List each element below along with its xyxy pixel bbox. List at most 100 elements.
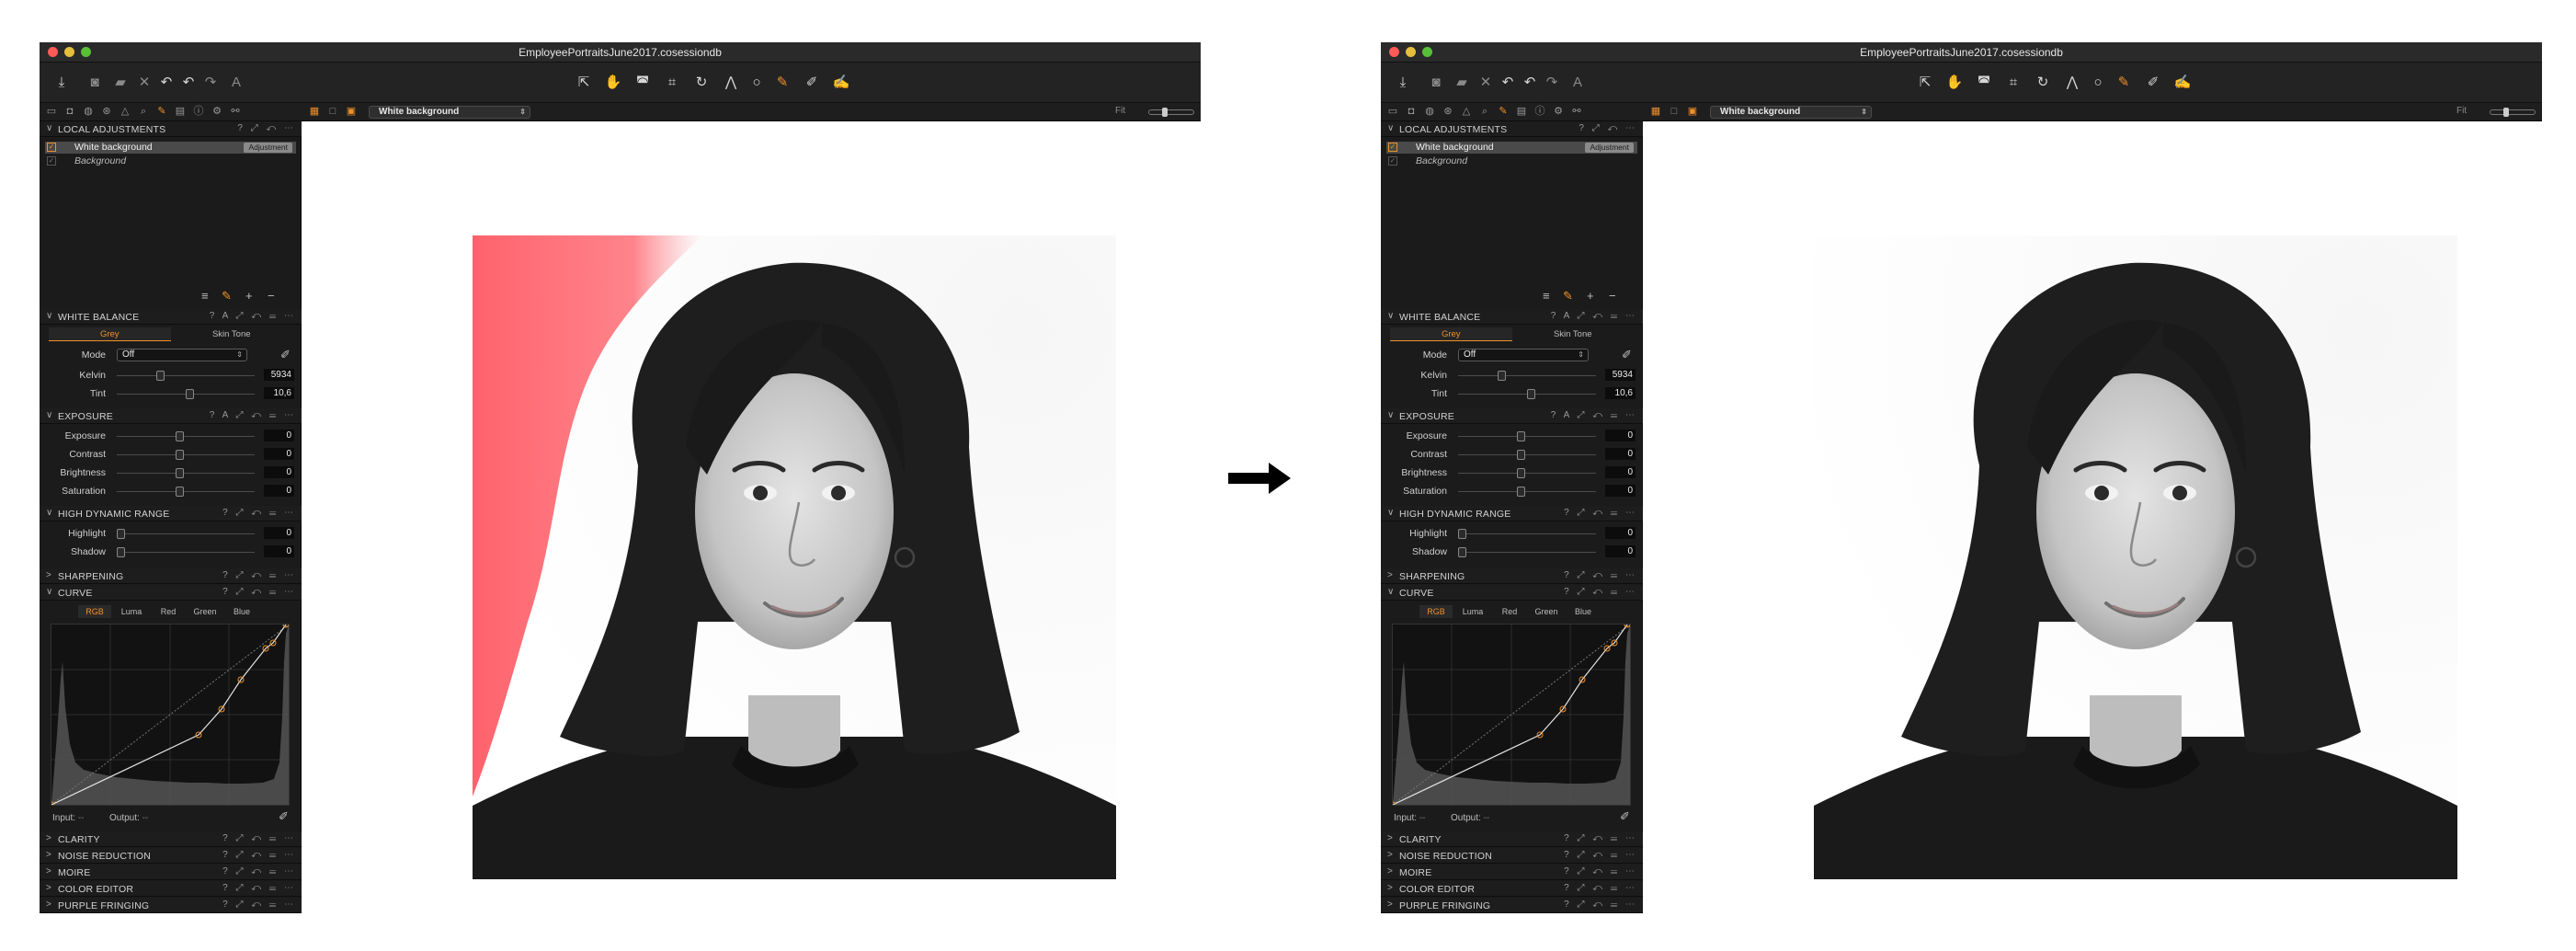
exposure-slider-knob[interactable] (176, 431, 184, 441)
brush-icon[interactable]: ✎ (773, 74, 792, 92)
chevron-right-icon[interactable]: > (46, 866, 51, 877)
tab-red[interactable]: Red (1493, 605, 1526, 618)
chevron-down-icon[interactable]: ∨ (1387, 123, 1394, 133)
color-tab-icon[interactable]: ⊛ (1442, 105, 1454, 119)
section-tool-icons[interactable]: ? ⤢ ↶ ☰ ⋯ (1564, 850, 1637, 860)
picker-icon[interactable]: ✐ (2144, 74, 2162, 92)
contrast-value[interactable]: 0 (264, 448, 294, 460)
local-adjustments-header[interactable]: ∨ LOCAL ADJUSTMENTS ? ⤢ ↶ ⋯ (40, 121, 302, 137)
curve-graph[interactable] (48, 621, 290, 808)
layer-checkbox[interactable]: ✓ (1388, 143, 1397, 152)
brightness-value[interactable]: 0 (1605, 466, 1636, 478)
exposure-value[interactable]: 0 (1605, 430, 1636, 441)
tab-green[interactable]: Green (188, 605, 222, 618)
single-view-icon[interactable]: □ (326, 105, 339, 119)
undo-icon[interactable]: ↶ (1499, 74, 1517, 92)
single-view-icon[interactable]: □ (1668, 105, 1681, 119)
tab-green[interactable]: Green (1530, 605, 1563, 618)
grid-view-icon[interactable]: ▦ (1649, 105, 1662, 119)
text-icon[interactable]: A (1568, 74, 1587, 92)
output-tab-icon[interactable]: ▤ (1515, 105, 1528, 119)
settings-tab-icon[interactable]: ⚙ (211, 105, 223, 119)
tab-blue[interactable]: Blue (225, 605, 258, 618)
kelvin-value[interactable]: 5934 (264, 369, 294, 381)
curve-picker-icon[interactable]: ✐ (1620, 809, 1630, 824)
multi-view-icon[interactable]: ▣ (1686, 105, 1699, 119)
shadow-slider[interactable] (117, 552, 255, 553)
metadata-tab-icon[interactable]: ⓘ (1533, 105, 1546, 119)
loupe-icon[interactable]: ◚ (1975, 74, 1993, 92)
section-tool-icons[interactable]: ? ⤢ ↶ ☰ ⋯ (222, 833, 296, 843)
undo-icon[interactable]: ↶ (157, 74, 176, 92)
local-adjustments-tab-icon[interactable]: ✎ (155, 105, 168, 119)
noise-reduction-header[interactable]: > NOISE REDUCTION ? ⤢ ↶ ☰ ⋯ (1381, 848, 1643, 864)
camera-icon[interactable]: ◙ (85, 74, 104, 92)
portrait-photo[interactable] (473, 235, 1116, 879)
noise-reduction-header[interactable]: > NOISE REDUCTION ? ⤢ ↶ ☰ ⋯ (40, 848, 302, 864)
kelvin-slider[interactable] (1458, 375, 1596, 376)
kelvin-value[interactable]: 5934 (1605, 369, 1636, 381)
loupe-icon[interactable]: ◚ (633, 74, 652, 92)
chevron-down-icon[interactable]: ∨ (46, 508, 52, 518)
hdr-header[interactable]: ∨ HIGH DYNAMIC RANGE ? ⤢ ↶ ☰ ⋯ (1381, 506, 1643, 521)
layer-options-icon[interactable]: ≡ (1543, 289, 1550, 303)
chevron-down-icon[interactable]: ∨ (46, 587, 52, 597)
spot-icon[interactable]: ○ (2089, 74, 2107, 92)
spot-icon[interactable]: ○ (747, 74, 766, 92)
pointer-icon[interactable]: ⇱ (575, 74, 593, 92)
tint-value[interactable]: 10,6 (1605, 387, 1636, 399)
rotate-icon[interactable]: ↻ (692, 74, 711, 92)
chevron-right-icon[interactable]: > (1387, 570, 1393, 580)
brush-icon[interactable]: ✎ (2114, 74, 2133, 92)
grid-view-icon[interactable]: ▦ (308, 105, 321, 119)
chevron-right-icon[interactable]: > (1387, 866, 1393, 877)
section-tool-icons[interactable]: ? ⤢ ↶ ☰ ⋯ (222, 883, 296, 893)
image-viewer[interactable] (1643, 121, 2542, 907)
layer-background[interactable]: ✓ Background (45, 155, 296, 167)
layer-checkbox[interactable]: ✓ (47, 143, 56, 152)
section-tool-icons[interactable]: ? ⤢ ↶ ☰ ⋯ (222, 570, 296, 580)
exposure-tab-icon[interactable]: △ (119, 105, 131, 119)
metadata-tab-icon[interactable]: ⓘ (192, 105, 205, 119)
local-adjustments-tab-icon[interactable]: ✎ (1497, 105, 1510, 119)
keystone-icon[interactable]: ⋀ (2063, 74, 2081, 92)
saturation-value[interactable]: 0 (1605, 485, 1636, 497)
section-tool-icons[interactable]: ? ⤢ ↶ ☰ ⋯ (222, 899, 296, 910)
chevron-down-icon[interactable]: ∨ (46, 311, 52, 321)
color-editor-header[interactable]: > COLOR EDITOR ? ⤢ ↶ ☰ ⋯ (40, 881, 302, 897)
section-tool-icons[interactable]: ? ⤢ ↶ ⋯ (237, 123, 296, 133)
section-tool-icons[interactable]: ? ⤢ ↶ ☰ ⋯ (222, 587, 296, 597)
sharpening-header[interactable]: > SHARPENING ? ⤢ ↶ ☰ ⋯ (40, 568, 302, 584)
chevron-down-icon[interactable]: ∨ (1387, 410, 1394, 420)
chevron-down-icon[interactable]: ∨ (1387, 311, 1394, 321)
layer-white-background[interactable]: ✓ White background Adjustment (1386, 142, 1637, 154)
highlight-value[interactable]: 0 (1605, 527, 1636, 539)
saturation-slider-knob[interactable] (176, 487, 184, 497)
purple-fringing-header[interactable]: > PURPLE FRINGING ? ⤢ ↶ ☰ ⋯ (1381, 898, 1643, 913)
kelvin-slider[interactable] (117, 375, 255, 376)
contrast-slider-knob[interactable] (1517, 450, 1525, 460)
chevron-right-icon[interactable]: > (1387, 899, 1393, 910)
curve-header[interactable]: ∨ CURVE ? ⤢ ↶ ☰ ⋯ (40, 585, 302, 601)
brightness-slider-knob[interactable] (1517, 468, 1525, 478)
chevron-down-icon[interactable]: ∨ (46, 123, 52, 133)
layer-checkbox[interactable]: ✓ (47, 156, 56, 166)
import-icon[interactable]: ⤓ (52, 74, 71, 92)
white-balance-header[interactable]: ∨ WHITE BALANCE ? A ⤢ ↶ ☰ ⋯ (40, 309, 302, 325)
folder-icon[interactable]: ▰ (111, 74, 130, 92)
tint-slider-knob[interactable] (1527, 389, 1535, 399)
highlight-slider[interactable] (117, 533, 255, 534)
color-editor-header[interactable]: > COLOR EDITOR ? ⤢ ↶ ☰ ⋯ (1381, 881, 1643, 897)
tint-value[interactable]: 10,6 (264, 387, 294, 399)
tint-slider-knob[interactable] (186, 389, 194, 399)
exposure-tab-icon[interactable]: △ (1460, 105, 1473, 119)
contrast-value[interactable]: 0 (1605, 448, 1636, 460)
saturation-value[interactable]: 0 (264, 485, 294, 497)
tab-luma[interactable]: Luma (1456, 605, 1489, 618)
moire-header[interactable]: > MOIRE ? ⤢ ↶ ☰ ⋯ (40, 865, 302, 880)
redo-icon[interactable]: ↷ (1543, 74, 1561, 92)
section-tool-icons[interactable]: ? ⤢ ↶ ☰ ⋯ (222, 850, 296, 860)
add-layer-icon[interactable]: + (1587, 289, 1594, 303)
wb-picker-icon[interactable]: ✐ (1622, 348, 1632, 362)
exposure-header[interactable]: ∨ EXPOSURE ? A ⤢ ↶ ☰ ⋯ (40, 408, 302, 424)
